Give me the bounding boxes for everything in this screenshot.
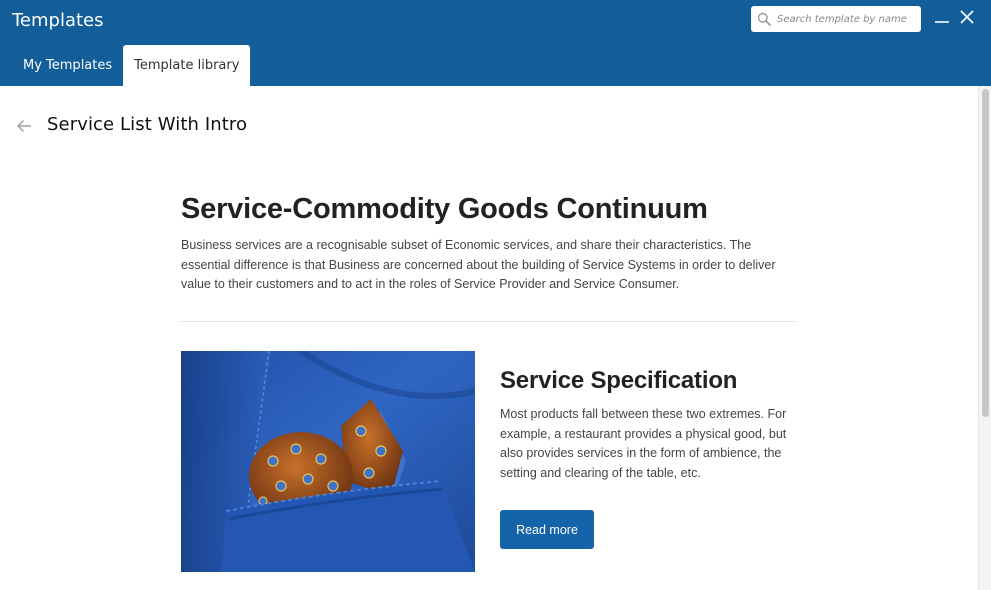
hero-title: Service-Commodity Goods Continuum <box>181 193 708 225</box>
search-icon <box>751 6 777 32</box>
scrollbar[interactable] <box>978 86 991 590</box>
content-area: Service List With Intro Service-Commodit… <box>0 86 978 590</box>
template-preview: Service-Commodity Goods Continuum Busine… <box>181 192 795 322</box>
back-button[interactable] <box>14 118 34 138</box>
scrollbar-thumb[interactable] <box>982 89 989 417</box>
tab-bar: My Templates Template library <box>12 45 251 86</box>
arrow-left-icon <box>16 119 32 138</box>
feature-title: Service Specification <box>500 367 738 394</box>
feature-image <box>181 351 475 572</box>
feature-block: Service Specification Most products fall… <box>500 367 790 483</box>
divider <box>181 321 795 322</box>
feature-text: Most products fall between these two ext… <box>500 407 787 480</box>
page-title: Service List With Intro <box>47 114 248 135</box>
tab-my-templates[interactable]: My Templates <box>12 45 123 86</box>
app-header: Templates My Templates Template library <box>0 0 991 86</box>
tab-template-library[interactable]: Template library <box>123 45 251 86</box>
minimize-button[interactable] <box>931 8 953 30</box>
close-button[interactable] <box>956 8 978 30</box>
close-icon <box>960 9 974 29</box>
hero-text: Business services are a recognisable sub… <box>181 238 776 291</box>
app-title: Templates <box>12 10 104 31</box>
search-input[interactable] <box>777 13 915 25</box>
search-box[interactable] <box>751 6 921 32</box>
minimize-icon <box>935 10 949 29</box>
read-more-button[interactable]: Read more <box>500 510 594 549</box>
